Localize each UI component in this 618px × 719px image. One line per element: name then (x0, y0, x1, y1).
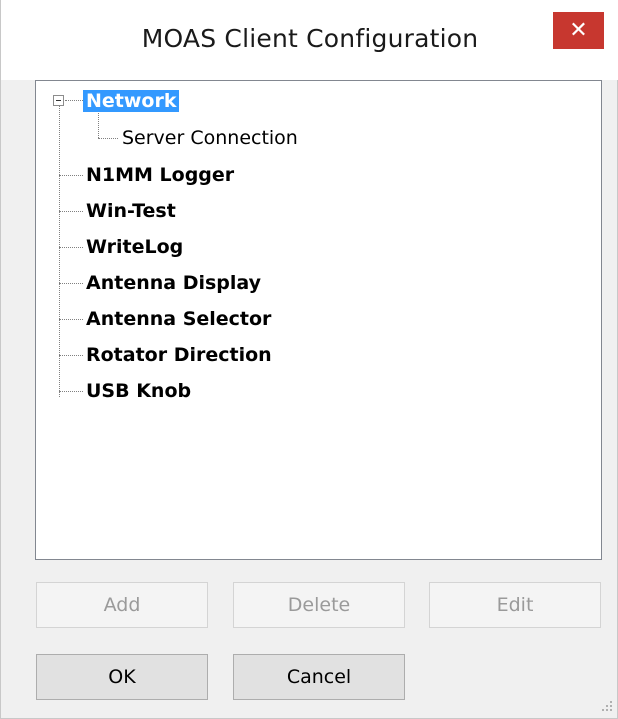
minus-icon (56, 100, 61, 101)
tree-item-rotator-direction[interactable]: Rotator Direction (86, 342, 272, 368)
tree-line (98, 113, 99, 138)
collapse-toggle-icon[interactable] (53, 95, 64, 106)
tree-item-label: Win-Test (86, 200, 176, 222)
tree-line (59, 283, 83, 284)
close-button[interactable]: ✕ (553, 12, 604, 49)
tree-item-usb-knob[interactable]: USB Knob (86, 378, 191, 404)
delete-button[interactable]: Delete (233, 582, 405, 628)
tree-item-label: Rotator Direction (86, 344, 272, 366)
tree-item-label: Network (83, 90, 180, 112)
tree-item-label: Antenna Display (86, 272, 262, 294)
tree-item-writelog[interactable]: WriteLog (86, 234, 183, 260)
tree-line (59, 355, 83, 356)
tree-line (59, 319, 83, 320)
config-dialog: MOAS Client Configuration ✕ Network Serv… (0, 0, 618, 719)
tree-item-n1mm-logger[interactable]: N1MM Logger (86, 162, 234, 188)
tree-item-label: USB Knob (86, 380, 192, 402)
edit-button[interactable]: Edit (429, 582, 601, 628)
tree-line (65, 100, 85, 101)
tree-item-label: N1MM Logger (86, 164, 235, 186)
tree-line (59, 175, 83, 176)
tree-item-network[interactable]: Network (83, 88, 180, 114)
tree-item-antenna-display[interactable]: Antenna Display (86, 270, 261, 296)
tree-line (59, 105, 60, 397)
tree-line (59, 247, 83, 248)
tree-item-win-test[interactable]: Win-Test (86, 198, 176, 224)
window-title: MOAS Client Configuration (141, 24, 479, 53)
tree-line (98, 138, 118, 139)
tree-line (59, 211, 83, 212)
ok-button[interactable]: OK (36, 654, 208, 700)
tree-item-server-connection[interactable]: Server Connection (122, 125, 298, 151)
tree-item-label: WriteLog (86, 236, 184, 258)
add-button[interactable]: Add (36, 582, 208, 628)
cancel-button[interactable]: Cancel (233, 654, 405, 700)
tree-line (59, 391, 83, 392)
tree-item-label: Antenna Selector (86, 308, 272, 330)
tree-item-antenna-selector[interactable]: Antenna Selector (86, 306, 271, 332)
title-bar: MOAS Client Configuration ✕ (1, 0, 618, 80)
config-tree[interactable]: Network Server Connection N1MM Logger Wi… (35, 80, 602, 560)
tree-item-label: Server Connection (122, 127, 298, 149)
close-icon: ✕ (569, 18, 588, 43)
resize-grip-icon[interactable] (599, 700, 613, 714)
grip-dots-icon (602, 701, 612, 711)
